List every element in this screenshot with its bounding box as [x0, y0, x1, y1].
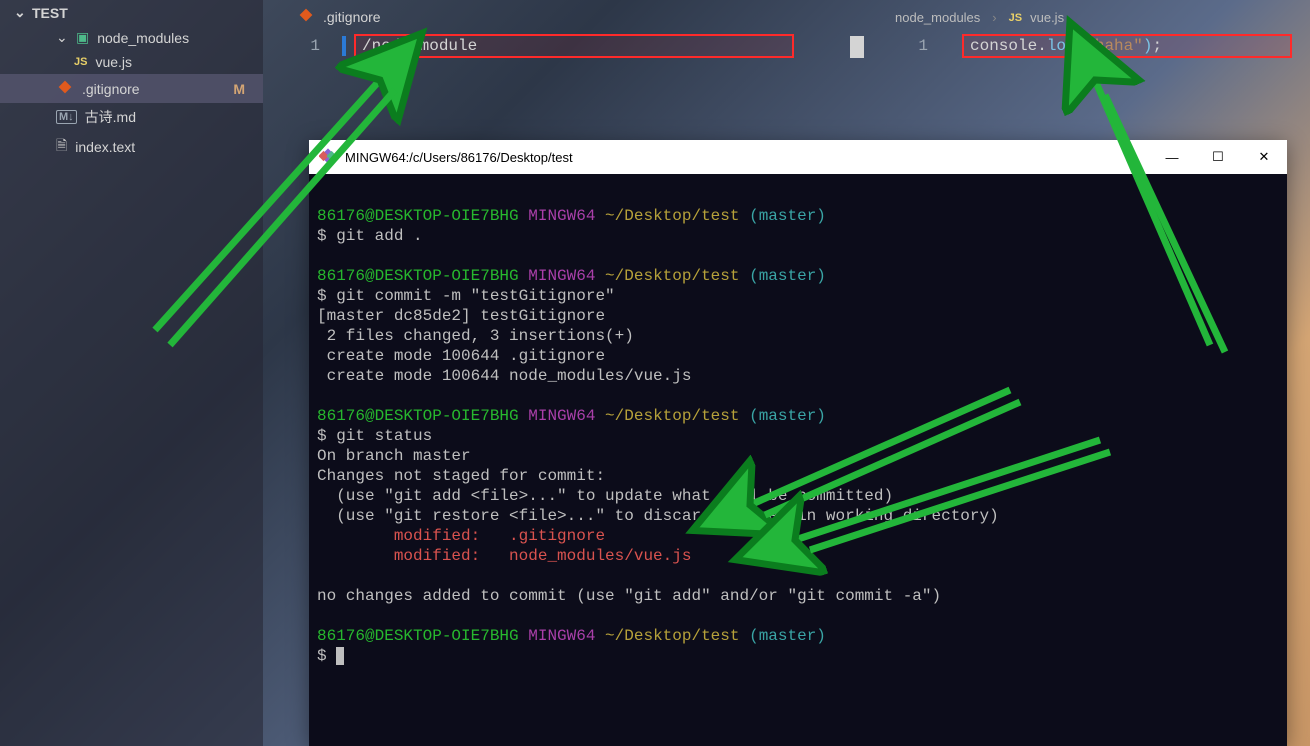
cursor-icon: [336, 647, 344, 665]
chevron-right-icon: ›: [992, 10, 996, 25]
tree-file-index-text[interactable]: 🗎 index.text: [0, 131, 263, 163]
term-prompt: $: [317, 647, 344, 665]
minimize-button[interactable]: —: [1149, 140, 1195, 174]
tree-folder-node-modules[interactable]: ⌄ ▣ node_modules: [0, 25, 263, 50]
highlighted-code: /node_module: [354, 34, 794, 58]
minimize-icon: —: [1166, 150, 1179, 165]
code-string: "haha": [1085, 37, 1143, 55]
tree-file-poem-md[interactable]: M↓ 古诗.md: [0, 103, 263, 131]
term-line: 86176@DESKTOP-OIE7BHG MINGW64 ~/Desktop/…: [317, 407, 826, 425]
code-dot: .: [1037, 37, 1047, 55]
terminal-window: MINGW64:/c/Users/86176/Desktop/test — ☐ …: [309, 140, 1287, 746]
term-line: create mode 100644 .gitignore: [317, 347, 605, 365]
code-func: log: [1047, 37, 1076, 55]
file-icon: 🗎: [56, 135, 67, 159]
tree-file-vue-js[interactable]: JS vue.js: [0, 50, 263, 74]
term-line: (use "git add <file>..." to update what …: [317, 487, 893, 505]
line-number: 1: [898, 37, 928, 55]
breadcrumb[interactable]: node_modules › JS vue.js: [883, 4, 1076, 31]
terminal-body[interactable]: 86176@DESKTOP-OIE7BHG MINGW64 ~/Desktop/…: [309, 174, 1287, 746]
explorer-sidebar: ⌄ TEST ⌄ ▣ node_modules JS vue.js .gitig…: [0, 0, 263, 746]
term-line-modified: modified: node_modules/vue.js: [317, 547, 691, 565]
term-line: 2 files changed, 3 insertions(+): [317, 327, 634, 345]
code-obj: console: [970, 37, 1037, 55]
term-line: Changes not staged for commit:: [317, 467, 605, 485]
close-button[interactable]: ✕: [1241, 140, 1287, 174]
titlebar-text: MINGW64:/c/Users/86176/Desktop/test: [345, 150, 573, 165]
git-diamond-icon: [297, 6, 315, 27]
folder-label: node_modules: [97, 30, 189, 46]
term-line: On branch master: [317, 447, 471, 465]
root-label: TEST: [32, 5, 68, 21]
gutter-change-bar: [342, 36, 346, 56]
code-paren: ): [1143, 37, 1153, 55]
git-modified-badge: M: [233, 81, 245, 97]
code-semi: ;: [1152, 37, 1162, 55]
folder-open-icon: ▣: [76, 29, 89, 46]
term-line: $ git add .: [317, 227, 423, 245]
term-line: $ git commit -m "testGitignore": [317, 287, 615, 305]
titlebar[interactable]: MINGW64:/c/Users/86176/Desktop/test — ☐ …: [309, 140, 1287, 174]
term-line: $ git status: [317, 427, 432, 445]
file-label: 古诗.md: [85, 107, 136, 127]
breadcrumb-file: vue.js: [1030, 10, 1064, 25]
chevron-down-icon: ⌄: [56, 29, 68, 46]
file-label: index.text: [75, 139, 135, 155]
maximize-icon: ☐: [1212, 149, 1224, 165]
tab-gitignore[interactable]: .gitignore: [285, 0, 393, 33]
term-line: (use "git restore <file>..." to discard …: [317, 507, 999, 525]
line-number: 1: [290, 37, 320, 55]
js-icon: JS: [74, 56, 87, 68]
term-line: create mode 100644 node_modules/vue.js: [317, 367, 691, 385]
term-line: 86176@DESKTOP-OIE7BHG MINGW64 ~/Desktop/…: [317, 267, 826, 285]
git-diamond-icon: [56, 78, 74, 99]
term-line: 86176@DESKTOP-OIE7BHG MINGW64 ~/Desktop/…: [317, 627, 826, 645]
term-line: 86176@DESKTOP-OIE7BHG MINGW64 ~/Desktop/…: [317, 207, 826, 225]
tree-root[interactable]: ⌄ TEST: [0, 0, 263, 25]
tree-file-gitignore[interactable]: .gitignore M: [0, 74, 263, 103]
js-icon: JS: [1009, 12, 1022, 24]
window-controls: — ☐ ✕: [1149, 140, 1287, 174]
git-bash-icon: [319, 147, 337, 168]
breadcrumb-folder: node_modules: [895, 10, 980, 25]
highlighted-code: console.log("haha");: [962, 34, 1292, 58]
code-text: /node_module: [362, 37, 477, 55]
editor-line-left[interactable]: 1 /node_module: [290, 34, 794, 58]
term-line: [master dc85de2] testGitignore: [317, 307, 605, 325]
file-label: .gitignore: [82, 81, 140, 97]
term-line: no changes added to commit (use "git add…: [317, 587, 941, 605]
code-paren: (: [1076, 37, 1086, 55]
markdown-icon: M↓: [56, 110, 77, 124]
term-line-modified: modified: .gitignore: [317, 527, 605, 545]
tab-label: .gitignore: [323, 9, 381, 25]
close-icon: ✕: [1259, 149, 1270, 165]
minimap-mark: [850, 36, 864, 58]
maximize-button[interactable]: ☐: [1195, 140, 1241, 174]
chevron-down-icon: ⌄: [14, 4, 26, 21]
editor-line-right[interactable]: 1 console.log("haha");: [898, 34, 1292, 58]
file-label: vue.js: [95, 54, 132, 70]
